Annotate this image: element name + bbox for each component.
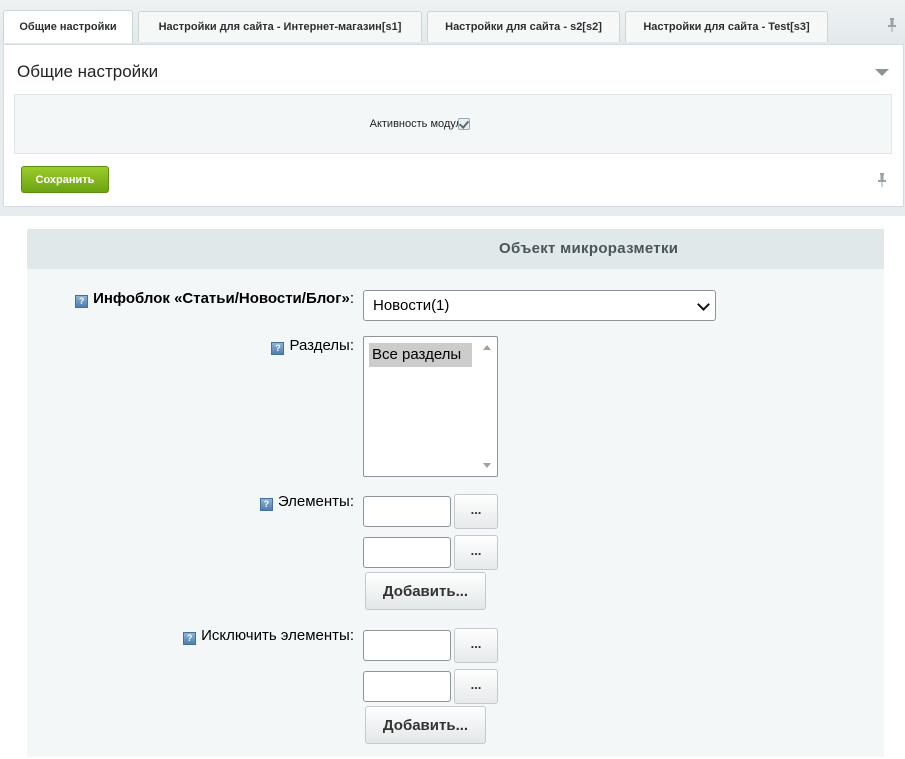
help-icon[interactable]: ? [271,342,285,355]
module-active-row: Активность модуля: [14,94,892,154]
add-element-button[interactable]: Добавить... [365,572,486,610]
exclude-element-browse-button[interactable]: ... [454,628,498,663]
pin-icon[interactable] [877,173,887,187]
sections-label-text: Разделы: [289,337,354,354]
element-id-input[interactable] [363,496,451,527]
scroll-up-icon[interactable] [483,345,491,350]
section-header: Объект микроразметки [27,229,884,269]
exclude-elements-label: ? Исключить элементы: [183,627,354,645]
tab-site-s3[interactable]: Настройки для сайта - Test[s3] [625,11,828,42]
iblock-label-text: Инфоблок «Статьи/Новости/Блог» [93,290,350,307]
sections-label: ? Разделы: [271,337,354,355]
element-id-input[interactable] [363,537,451,568]
exclude-element-input[interactable] [363,630,451,661]
tab-bar: Общие настройки Настройки для сайта - Ин… [0,0,905,44]
save-button[interactable]: Сохранить [21,166,109,193]
exclude-element-browse-button[interactable]: ... [454,669,498,704]
checkmark-icon [458,118,470,129]
scroll-down-icon[interactable] [483,463,491,468]
section-title: Объект микроразметки [499,240,679,257]
settings-area: Общие настройки Настройки для сайта - Ин… [0,0,905,216]
elements-label: ? Элементы: [259,493,354,511]
element-browse-button[interactable]: ... [454,535,498,570]
tab-site-s1[interactable]: Настройки для сайта - Интернет-магазин[s… [138,11,422,42]
help-icon[interactable]: ? [259,498,273,511]
exclude-elements-label-text: Исключить элементы: [201,627,354,644]
sections-listbox[interactable]: Все разделы [363,336,498,477]
add-exclude-element-button[interactable]: Добавить... [365,706,486,744]
tab-site-s2[interactable]: Настройки для сайта - s2[s2] [427,11,620,42]
elements-label-text: Элементы: [277,493,354,510]
exclude-element-input[interactable] [363,671,451,702]
iblock-select[interactable]: Новости(1) [363,290,716,321]
module-active-checkbox[interactable] [458,118,470,130]
element-browse-button[interactable]: ... [454,494,498,529]
help-icon[interactable]: ? [183,632,197,645]
pin-icon[interactable] [887,18,897,32]
help-icon[interactable]: ? [75,295,89,308]
panel-title: Общие настройки [17,62,159,81]
chevron-down-icon [697,298,710,311]
microdata-section: Объект микроразметки ? Инфоблок «Статьи/Н… [27,229,884,757]
tab-general-settings[interactable]: Общие настройки [3,10,133,43]
collapse-icon[interactable] [875,69,889,76]
sections-option-all[interactable]: Все разделы [369,343,472,367]
iblock-label: ? Инфоблок «Статьи/Новости/Блог»: [75,290,354,308]
general-settings-panel: Общие настройки Активность модуля: Сохра… [3,44,904,207]
module-active-label: Активность модуля: [369,118,471,130]
iblock-select-value: Новости(1) [373,297,450,314]
